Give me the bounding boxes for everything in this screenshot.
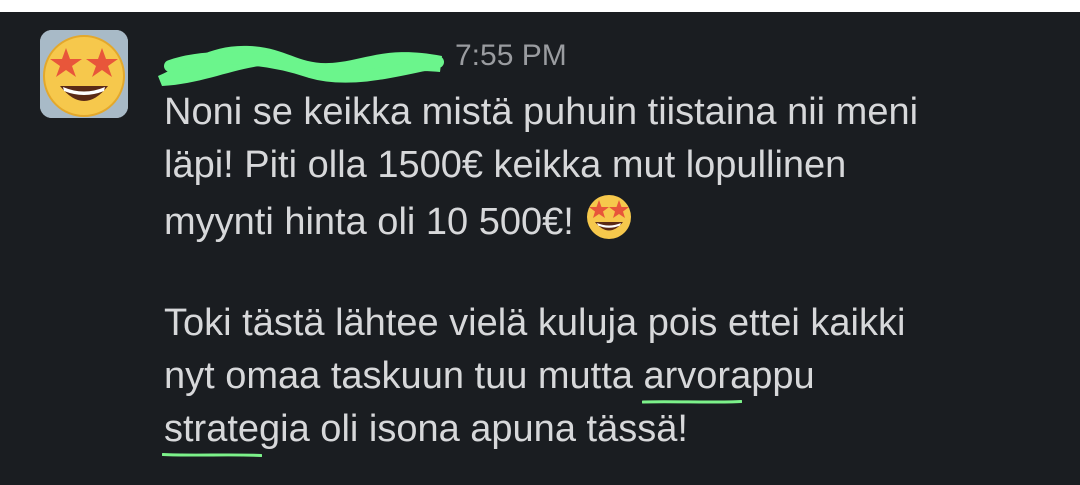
top-edge [0,0,1080,12]
message-line-text: myynti hinta oli 10 500€! [164,201,574,243]
highlighted-text: arvorappu [641,350,815,404]
message-line: Noni se keikka mistä puhuin tiistaina ni… [164,91,919,133]
redacted-sender-name[interactable] [150,32,450,88]
chat-message[interactable]: 7:55 PM Noni se keikka mistä puhuin tiis… [0,12,1080,485]
avatar[interactable] [40,30,128,118]
highlighted-phrase: strategia oli isona apuna tässä! [164,408,688,450]
message-line-text: nyt omaa taskuun tuu mutta [164,355,644,397]
message-line: nyt omaa taskuun tuu mutta arvorappu [164,350,905,404]
message-line: Toki tästä lähtee vielä kuluja pois ette… [164,302,906,344]
highlighted-text: strategia oli isona apuna tässä! [162,403,688,457]
message-paragraph-1: Noni se keikka mistä puhuin tiistaina ni… [164,86,918,245]
message-line: läpi! Piti olla 1500€ keikka mut lopulli… [164,144,847,186]
message-timestamp[interactable]: 7:55 PM [455,38,567,74]
message-line: strategia oli isona apuna tässä! [162,403,905,457]
message-paragraph-2: Toki tästä lähtee vielä kuluja pois ette… [162,297,906,457]
message-line: myynti hinta oli 10 500€! [164,192,918,245]
star-struck-emoji-icon [40,30,128,118]
green-underline-marker [162,453,262,457]
highlighted-word: arvorappu [643,355,815,397]
star-struck-emoji-icon [586,195,631,239]
